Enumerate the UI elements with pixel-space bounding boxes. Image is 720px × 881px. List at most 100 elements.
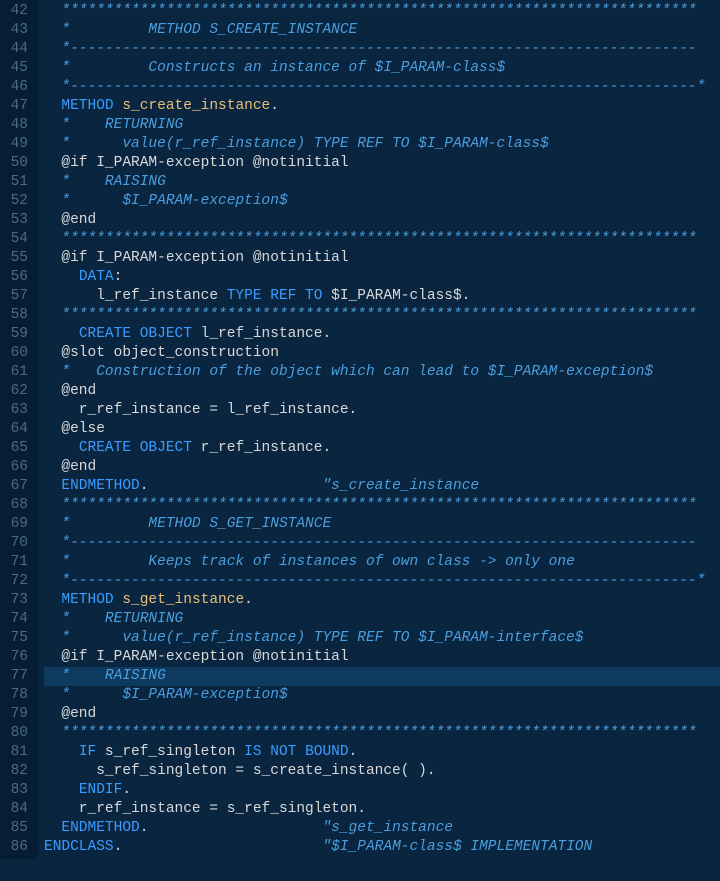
code-line[interactable]: * value(r_ref_instance) TYPE REF TO $I_P… bbox=[44, 135, 720, 154]
code-line[interactable]: * METHOD S_CREATE_INSTANCE bbox=[44, 21, 720, 40]
code-token: *---------------------------------------… bbox=[44, 79, 705, 95]
code-line[interactable]: @slot object_construction bbox=[44, 344, 720, 363]
code-line[interactable]: * value(r_ref_instance) TYPE REF TO $I_P… bbox=[44, 629, 720, 648]
code-token: CREATE OBJECT bbox=[79, 440, 201, 456]
code-line[interactable]: * Constructs an instance of $I_PARAM-cla… bbox=[44, 59, 720, 78]
code-token: * Construction of the object which can l… bbox=[44, 364, 653, 380]
line-number: 81 bbox=[6, 743, 28, 762]
code-line[interactable]: ****************************************… bbox=[44, 724, 720, 743]
code-token: @end bbox=[44, 383, 96, 399]
code-token: ****************************************… bbox=[44, 497, 697, 513]
line-number: 77 bbox=[6, 667, 28, 686]
code-line[interactable]: ****************************************… bbox=[44, 2, 720, 21]
code-token: "s_create_instance bbox=[148, 478, 479, 494]
code-token: "$I_PARAM-class$ IMPLEMENTATION bbox=[122, 839, 592, 855]
code-line[interactable]: IF s_ref_singleton IS NOT BOUND. bbox=[44, 743, 720, 762]
code-line[interactable]: DATA: bbox=[44, 268, 720, 287]
line-number: 66 bbox=[6, 458, 28, 477]
code-line[interactable]: @end bbox=[44, 458, 720, 477]
code-token: @slot object_construction bbox=[44, 345, 279, 361]
line-number: 75 bbox=[6, 629, 28, 648]
code-token: $I_PARAM-class$. bbox=[331, 288, 470, 304]
line-number: 73 bbox=[6, 591, 28, 610]
code-token: s_ref_singleton bbox=[105, 744, 244, 760]
code-line[interactable]: ENDCLASS. "$I_PARAM-class$ IMPLEMENTATIO… bbox=[44, 838, 720, 857]
code-token: IF bbox=[79, 744, 105, 760]
code-line[interactable]: ****************************************… bbox=[44, 496, 720, 515]
line-number: 67 bbox=[6, 477, 28, 496]
code-token bbox=[44, 820, 61, 836]
code-line[interactable]: @if I_PARAM-exception @notinitial bbox=[44, 249, 720, 268]
code-token: ENDIF bbox=[79, 782, 123, 798]
code-token bbox=[44, 440, 79, 456]
code-line[interactable]: ENDMETHOD. "s_create_instance bbox=[44, 477, 720, 496]
line-number: 68 bbox=[6, 496, 28, 515]
line-number: 55 bbox=[6, 249, 28, 268]
code-token: * METHOD S_CREATE_INSTANCE bbox=[44, 22, 357, 38]
code-token: CREATE OBJECT bbox=[79, 326, 201, 342]
code-line[interactable]: l_ref_instance TYPE REF TO $I_PARAM-clas… bbox=[44, 287, 720, 306]
line-number: 64 bbox=[6, 420, 28, 439]
code-line[interactable]: r_ref_instance = s_ref_singleton. bbox=[44, 800, 720, 819]
code-token: s_ref_singleton = s_create_instance( ). bbox=[44, 763, 436, 779]
code-line[interactable]: * RAISING bbox=[44, 173, 720, 192]
code-token: @else bbox=[44, 421, 105, 437]
code-token: * RAISING bbox=[44, 668, 166, 684]
code-token: ****************************************… bbox=[44, 3, 697, 19]
code-line[interactable]: *---------------------------------------… bbox=[44, 78, 720, 97]
line-number: 70 bbox=[6, 534, 28, 553]
code-token: @end bbox=[44, 459, 96, 475]
code-line[interactable]: * Keeps track of instances of own class … bbox=[44, 553, 720, 572]
code-token: * $I_PARAM-exception$ bbox=[44, 193, 288, 209]
code-line[interactable]: ENDMETHOD. "s_get_instance bbox=[44, 819, 720, 838]
code-line[interactable]: * RAISING bbox=[44, 667, 720, 686]
line-number: 53 bbox=[6, 211, 28, 230]
code-token: * value(r_ref_instance) TYPE REF TO $I_P… bbox=[44, 630, 584, 646]
code-line[interactable]: *---------------------------------------… bbox=[44, 40, 720, 59]
line-number: 56 bbox=[6, 268, 28, 287]
line-number: 79 bbox=[6, 705, 28, 724]
code-token: . bbox=[122, 782, 131, 798]
code-token: METHOD bbox=[61, 98, 122, 114]
line-number: 65 bbox=[6, 439, 28, 458]
line-number: 57 bbox=[6, 287, 28, 306]
code-line[interactable]: METHOD s_get_instance. bbox=[44, 591, 720, 610]
code-line[interactable]: * METHOD S_GET_INSTANCE bbox=[44, 515, 720, 534]
code-line[interactable]: CREATE OBJECT r_ref_instance. bbox=[44, 439, 720, 458]
code-line[interactable]: * $I_PARAM-exception$ bbox=[44, 686, 720, 705]
line-number: 63 bbox=[6, 401, 28, 420]
code-token: * Constructs an instance of $I_PARAM-cla… bbox=[44, 60, 505, 76]
code-line[interactable]: ENDIF. bbox=[44, 781, 720, 800]
code-token: "s_get_instance bbox=[148, 820, 453, 836]
code-line[interactable]: * RETURNING bbox=[44, 116, 720, 135]
code-line[interactable]: ****************************************… bbox=[44, 306, 720, 325]
code-line[interactable]: @if I_PARAM-exception @notinitial bbox=[44, 154, 720, 173]
code-line[interactable]: *---------------------------------------… bbox=[44, 534, 720, 553]
code-line[interactable]: s_ref_singleton = s_create_instance( ). bbox=[44, 762, 720, 781]
code-line[interactable]: @if I_PARAM-exception @notinitial bbox=[44, 648, 720, 667]
code-line[interactable]: @end bbox=[44, 382, 720, 401]
line-number: 86 bbox=[6, 838, 28, 857]
code-line[interactable]: @end bbox=[44, 705, 720, 724]
line-number: 60 bbox=[6, 344, 28, 363]
line-number: 46 bbox=[6, 78, 28, 97]
code-line[interactable]: @end bbox=[44, 211, 720, 230]
code-area[interactable]: ****************************************… bbox=[38, 0, 720, 859]
code-line[interactable]: ****************************************… bbox=[44, 230, 720, 249]
code-line[interactable]: *---------------------------------------… bbox=[44, 572, 720, 591]
code-line[interactable]: * Construction of the object which can l… bbox=[44, 363, 720, 382]
line-number: 84 bbox=[6, 800, 28, 819]
code-token: METHOD bbox=[61, 592, 122, 608]
code-token bbox=[44, 744, 79, 760]
code-line[interactable]: METHOD s_create_instance. bbox=[44, 97, 720, 116]
code-line[interactable]: * RETURNING bbox=[44, 610, 720, 629]
line-number: 48 bbox=[6, 116, 28, 135]
code-line[interactable]: r_ref_instance = l_ref_instance. bbox=[44, 401, 720, 420]
code-line[interactable]: * $I_PARAM-exception$ bbox=[44, 192, 720, 211]
line-number: 59 bbox=[6, 325, 28, 344]
code-editor[interactable]: 4243444546474849505152535455565758596061… bbox=[0, 0, 720, 859]
code-token: ENDCLASS bbox=[44, 839, 114, 855]
line-number: 82 bbox=[6, 762, 28, 781]
code-line[interactable]: CREATE OBJECT l_ref_instance. bbox=[44, 325, 720, 344]
code-line[interactable]: @else bbox=[44, 420, 720, 439]
